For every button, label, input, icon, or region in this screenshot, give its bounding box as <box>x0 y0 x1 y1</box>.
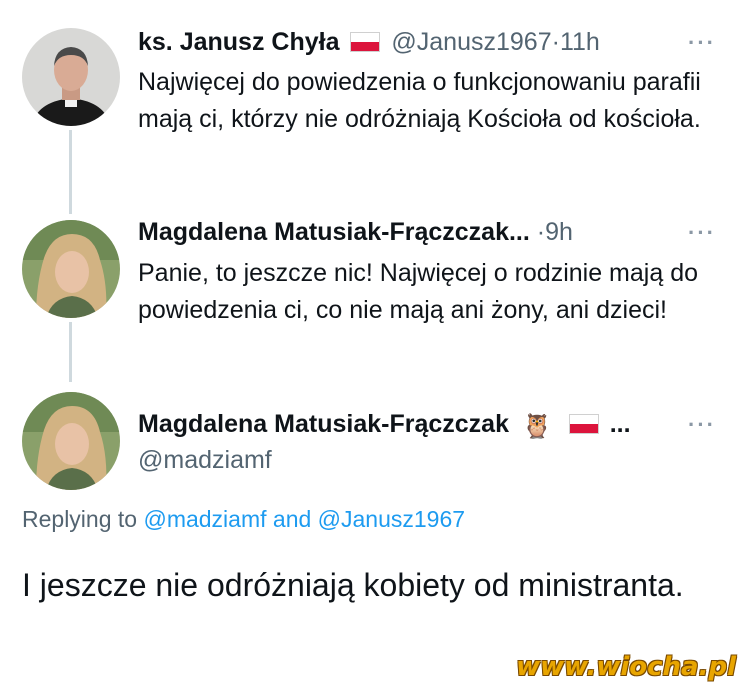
main-tweet-text: I jeszcze nie odróżniają kobiety od mini… <box>22 567 684 603</box>
more-options-icon[interactable]: ··· <box>688 30 716 56</box>
avatar[interactable] <box>22 28 120 126</box>
timestamp[interactable]: 9h <box>545 218 573 246</box>
mention-link[interactable]: @madziamf <box>143 506 266 532</box>
tweet-header: Magdalena Matusiak-Frączczak... ·9h <box>138 217 573 247</box>
tweet-text: Najwięcej do powiedzenia o funkcjonowani… <box>138 68 701 133</box>
tweet-header: ks. Janusz Chyła @Janusz1967·11h <box>138 27 600 57</box>
avatar[interactable] <box>22 392 120 490</box>
name-ellipsis: ... <box>609 410 631 438</box>
separator: · <box>536 218 546 246</box>
author-name[interactable]: ks. Janusz Chyła <box>138 28 339 56</box>
owl-icon: 🦉 <box>521 413 552 440</box>
author-handle[interactable]: @madziamf <box>138 445 272 475</box>
author-handle[interactable]: @Janusz1967 <box>391 28 551 56</box>
replying-prefix: Replying to <box>22 506 138 532</box>
more-options-icon[interactable]: ··· <box>688 220 716 246</box>
more-options-icon[interactable]: ··· <box>688 412 716 438</box>
thread-line <box>69 130 72 214</box>
tweet-header: Magdalena Matusiak-Frączczak 🦉 ... <box>138 409 631 442</box>
mention-link[interactable]: @Janusz1967 <box>318 506 465 532</box>
thread-line <box>69 322 72 382</box>
avatar[interactable] <box>22 220 120 318</box>
separator: · <box>551 28 560 56</box>
poland-flag-icon <box>568 414 599 434</box>
watermark: www.wiocha.pl <box>516 652 736 682</box>
timestamp[interactable]: 11h <box>560 28 600 56</box>
author-name[interactable]: Magdalena Matusiak-Frączczak... <box>138 218 530 246</box>
tweet-text: Panie, to jeszcze nic! Najwięcej o rodzi… <box>138 259 698 324</box>
author-name[interactable]: Magdalena Matusiak-Frączczak <box>138 410 509 438</box>
replying-to: Replying to @madziamf and @Janusz1967 <box>22 506 465 533</box>
poland-flag-icon <box>350 32 381 52</box>
replying-conjunction[interactable]: and <box>273 506 311 532</box>
